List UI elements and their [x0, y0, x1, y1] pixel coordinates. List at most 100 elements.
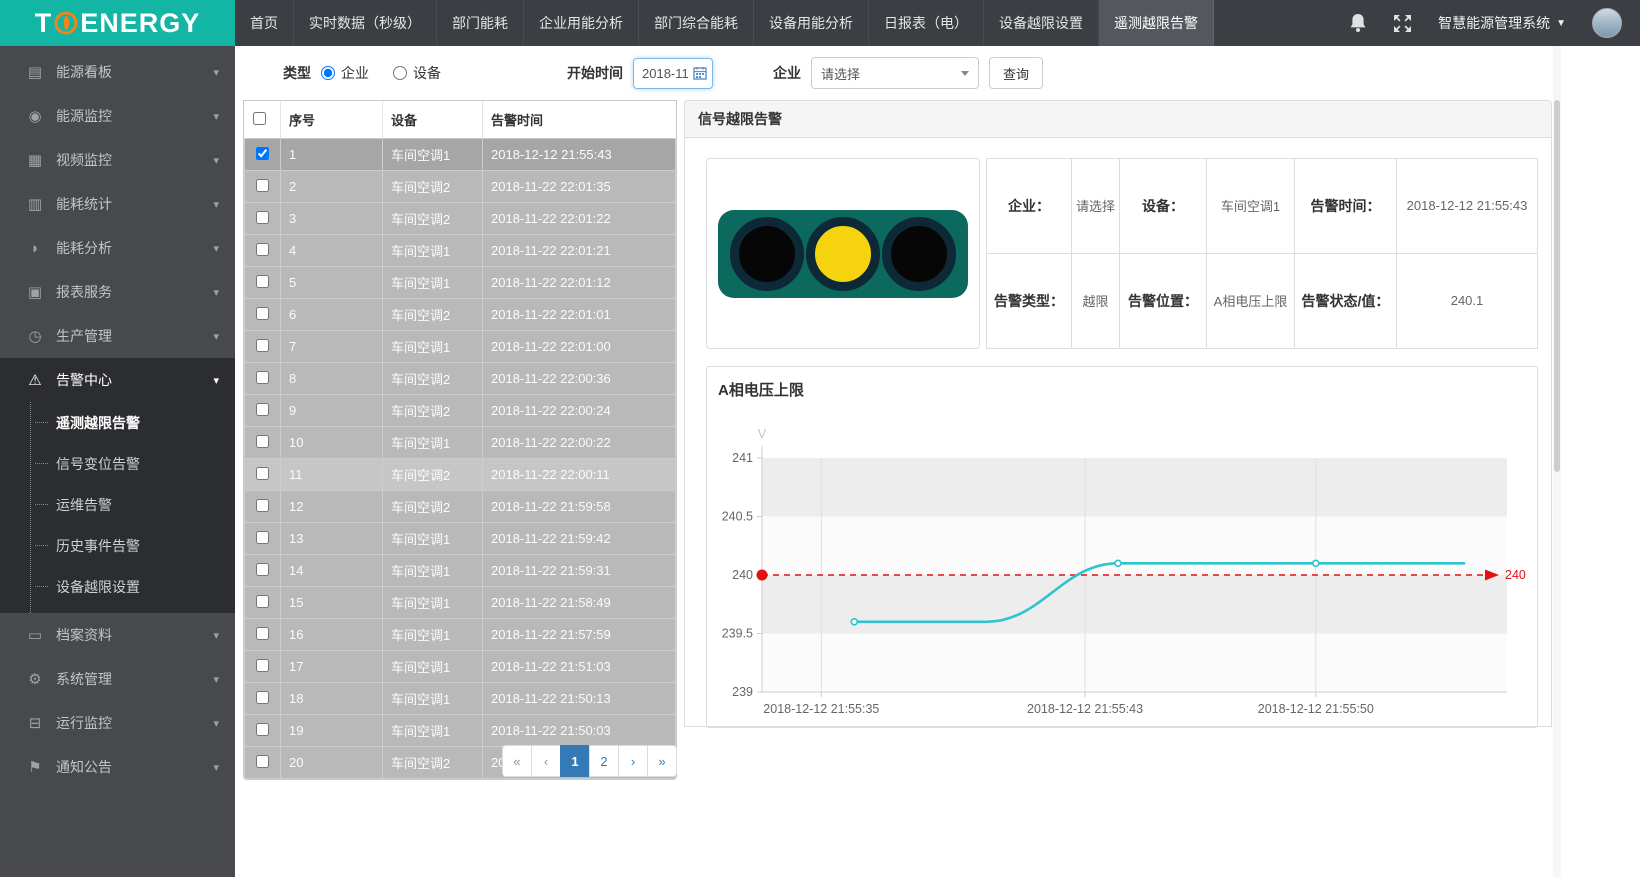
table-row[interactable]: 10车间空调12018-11-22 22:00:22 [245, 427, 676, 459]
device-radio-input[interactable] [393, 66, 407, 80]
row-checkbox[interactable] [256, 435, 269, 448]
type-radio-company[interactable]: 企业 [321, 63, 369, 83]
sidebar-subitem[interactable]: 设备越限设置 [31, 566, 235, 607]
calendar-icon[interactable] [693, 66, 707, 80]
sidebar-subitem-label: 运维告警 [56, 495, 112, 515]
table-row[interactable]: 3车间空调22018-11-22 22:01:22 [245, 203, 676, 235]
vertical-scrollbar[interactable] [1553, 46, 1561, 877]
page-button-‹[interactable]: ‹ [531, 745, 561, 777]
user-avatar[interactable] [1592, 8, 1622, 38]
table-row[interactable]: 8车间空调22018-11-22 22:00:36 [245, 363, 676, 395]
row-checkbox[interactable] [256, 243, 269, 256]
table-row[interactable]: 16车间空调12018-11-22 21:57:59 [245, 619, 676, 651]
table-row[interactable]: 15车间空调12018-11-22 21:58:49 [245, 587, 676, 619]
nav-item-1[interactable]: 首页 [235, 0, 294, 46]
table-row[interactable]: 11车间空调22018-11-22 22:00:11 [245, 459, 676, 491]
select-all-checkbox[interactable] [253, 112, 266, 125]
nav-item-4[interactable]: 企业用能分析 [524, 0, 639, 46]
table-row[interactable]: 7车间空调12018-11-22 22:01:00 [245, 331, 676, 363]
sidebar-subitem[interactable]: 信号变位告警 [31, 443, 235, 484]
sidebar-subitem[interactable]: 遥测越限告警 [31, 402, 235, 443]
row-checkbox[interactable] [256, 179, 269, 192]
sidebar-item[interactable]: ▥能耗统计▾ [0, 182, 235, 226]
sidebar-subitem[interactable]: 运维告警 [31, 484, 235, 525]
notification-bell-icon[interactable] [1349, 13, 1367, 33]
sidebar-group: ▦视频监控▾ [0, 138, 235, 182]
table-row[interactable]: 14车间空调12018-11-22 21:59:31 [245, 555, 676, 587]
sidebar-item[interactable]: ⚙系统管理▾ [0, 657, 235, 701]
nav-item-2[interactable]: 实时数据（秒级） [294, 0, 437, 46]
company-radio-input[interactable] [321, 66, 335, 80]
row-time: 2018-11-22 22:00:24 [483, 395, 676, 427]
sidebar-item[interactable]: ▣报表服务▾ [0, 270, 235, 314]
search-button[interactable]: 查询 [989, 57, 1043, 89]
sidebar-item[interactable]: ▦视频监控▾ [0, 138, 235, 182]
row-checkbox-cell [245, 171, 281, 203]
table-row[interactable]: 4车间空调12018-11-22 22:01:21 [245, 235, 676, 267]
nav-item-6[interactable]: 设备用能分析 [754, 0, 869, 46]
table-row[interactable]: 5车间空调12018-11-22 22:01:12 [245, 267, 676, 299]
page-button-1[interactable]: 1 [560, 745, 590, 777]
table-row[interactable]: 13车间空调12018-11-22 21:59:42 [245, 523, 676, 555]
page-button-»[interactable]: » [647, 745, 677, 777]
sidebar-item[interactable]: ◷生产管理▾ [0, 314, 235, 358]
company-select[interactable]: 请选择 [811, 57, 979, 89]
page-button-›[interactable]: › [618, 745, 648, 777]
row-checkbox[interactable] [256, 403, 269, 416]
info-label: 告警状态/值： [1295, 254, 1397, 349]
nav-item-5[interactable]: 部门综合能耗 [639, 0, 754, 46]
row-checkbox[interactable] [256, 371, 269, 384]
row-checkbox[interactable] [256, 659, 269, 672]
sidebar-item[interactable]: ▭档案资料▾ [0, 613, 235, 657]
fullscreen-icon[interactable] [1393, 14, 1412, 33]
row-checkbox[interactable] [256, 307, 269, 320]
row-checkbox[interactable] [256, 499, 269, 512]
row-checkbox[interactable] [256, 211, 269, 224]
nav-item-8[interactable]: 设备越限设置 [984, 0, 1099, 46]
row-checkbox[interactable] [256, 147, 269, 160]
info-label: 告警位置： [1120, 254, 1207, 349]
table-row[interactable]: 1车间空调12018-12-12 21:55:43 [245, 139, 676, 171]
sidebar-item[interactable]: ◗能耗分析▾ [0, 226, 235, 270]
sidebar-item[interactable]: ⚠告警中心▾ [0, 358, 235, 402]
table-row[interactable]: 2车间空调22018-11-22 22:01:35 [245, 171, 676, 203]
nav-item-3[interactable]: 部门能耗 [437, 0, 524, 46]
row-checkbox[interactable] [256, 691, 269, 704]
row-checkbox[interactable] [256, 563, 269, 576]
row-checkbox-cell [245, 139, 281, 171]
table-row[interactable]: 12车间空调22018-11-22 21:59:58 [245, 491, 676, 523]
row-checkbox[interactable] [256, 531, 269, 544]
type-radio-device[interactable]: 设备 [393, 63, 441, 83]
table-row[interactable]: 9车间空调22018-11-22 22:00:24 [245, 395, 676, 427]
archive-icon: ▭ [22, 626, 48, 644]
traffic-bulb-middle-yellow [806, 217, 880, 291]
sidebar-subitem[interactable]: 历史事件告警 [31, 525, 235, 566]
row-checkbox[interactable] [256, 627, 269, 640]
table-row[interactable]: 19车间空调12018-11-22 21:50:03 [245, 715, 676, 747]
scrollbar-thumb[interactable] [1554, 100, 1560, 472]
system-gear-icon: ⚙ [22, 670, 48, 688]
nav-item-9[interactable]: 遥测越限告警 [1099, 0, 1214, 46]
row-checkbox[interactable] [256, 275, 269, 288]
sidebar-item[interactable]: ⊟运行监控▾ [0, 701, 235, 745]
traffic-light-card [706, 158, 980, 349]
page-button-«[interactable]: « [502, 745, 532, 777]
table-row[interactable]: 17车间空调12018-11-22 21:51:03 [245, 651, 676, 683]
row-checkbox[interactable] [256, 467, 269, 480]
row-checkbox[interactable] [256, 595, 269, 608]
row-time: 2018-11-22 21:59:42 [483, 523, 676, 555]
page-button-2[interactable]: 2 [589, 745, 619, 777]
row-checkbox[interactable] [256, 339, 269, 352]
sidebar-item[interactable]: ⚑通知公告▾ [0, 745, 235, 789]
start-time-label: 开始时间 [567, 63, 623, 83]
sidebar-item[interactable]: ▤能源看板▾ [0, 50, 235, 94]
row-checkbox[interactable] [256, 723, 269, 736]
alarm-table-head: 序号设备告警时间 [245, 101, 676, 139]
row-device: 车间空调1 [383, 267, 483, 299]
nav-item-7[interactable]: 日报表（电） [869, 0, 984, 46]
filter-bar: 类型 企业 设备 开始时间 企业 [235, 46, 1640, 100]
sidebar-item[interactable]: ◉能源监控▾ [0, 94, 235, 138]
table-row[interactable]: 18车间空调12018-11-22 21:50:13 [245, 683, 676, 715]
table-row[interactable]: 6车间空调22018-11-22 22:01:01 [245, 299, 676, 331]
system-title-menu[interactable]: 智慧能源管理系统 ▼ [1438, 13, 1566, 33]
